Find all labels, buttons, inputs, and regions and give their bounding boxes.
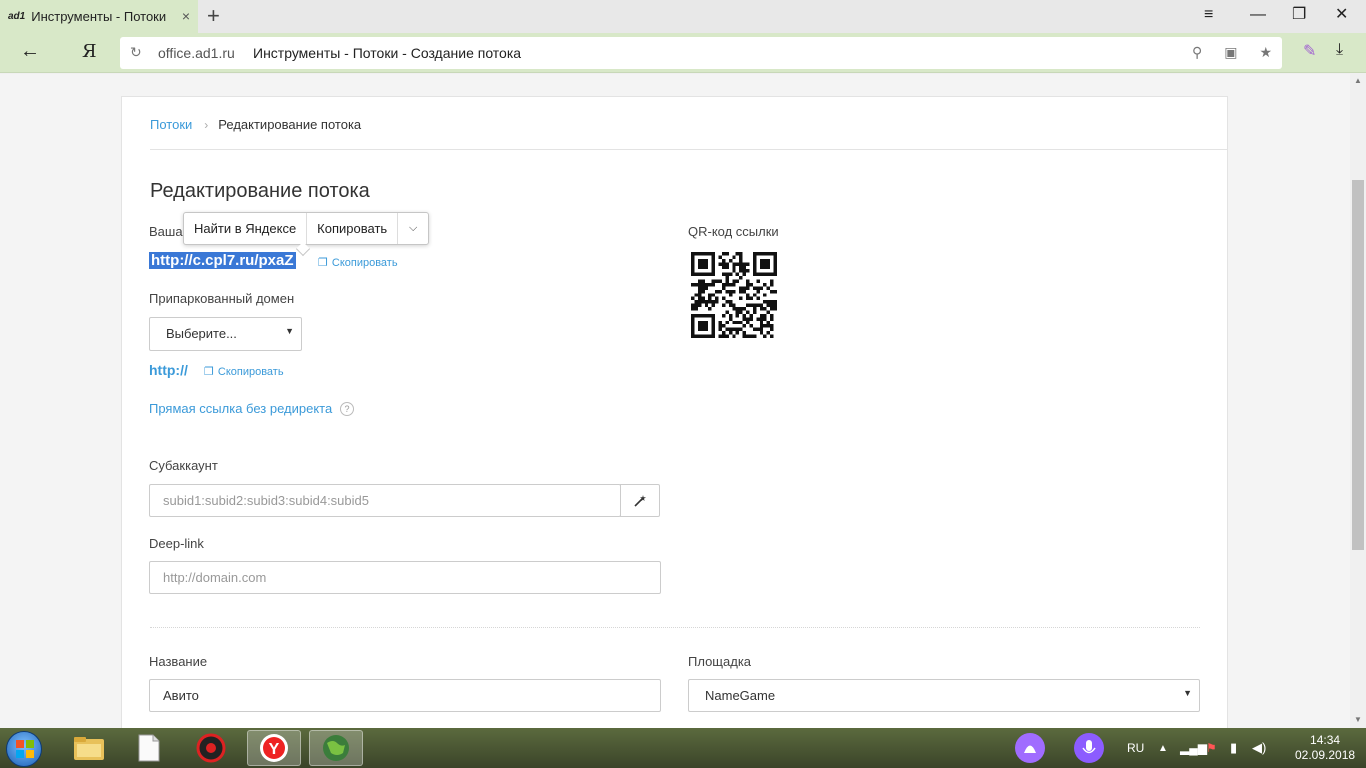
deeplink-input[interactable] [149,561,661,594]
close-window-icon[interactable]: ✕ [1335,5,1348,25]
platform-label: Площадка [688,654,752,669]
flow-edit-card: Потоки › Редактирование потока Редактиро… [121,96,1228,728]
browser-tab[interactable]: ad1 Инструменты - Потоки × [0,0,198,33]
alice-icon [1015,733,1045,763]
qr-code-image [691,252,777,338]
document-taskbar-button[interactable] [122,730,176,766]
chevron-down-icon[interactable]: ⌵ [398,213,428,244]
scroll-up-icon[interactable]: ▲ [1354,76,1362,85]
svg-text:Y: Y [269,741,280,758]
pen-icon[interactable]: ✎ [1303,41,1316,61]
omnibox-icons: ⚲ ▣ ★ [1192,44,1272,61]
address-page-title: Инструменты - Потоки - Создание потока [253,45,522,61]
breadcrumb-current: Редактирование потока [218,117,362,132]
tab-bar: ad1 Инструменты - Потоки × + ≡ — ❐ ✕ [0,0,1366,33]
subaccount-input[interactable] [149,484,621,517]
parked-domain-link[interactable]: http:// [149,362,188,378]
page-scrollbar[interactable]: ▲ ▼ [1350,74,1366,728]
copy-icon: ❐ [318,257,328,269]
document-icon [138,734,160,762]
globe-app-taskbar-button[interactable] [309,730,363,766]
gear-shield-icon [196,733,226,763]
section-divider [150,627,1200,628]
address-domain: office.ad1.ru [158,45,235,61]
generate-subid-button[interactable] [620,484,660,517]
clock-time: 14:34 [1310,733,1341,747]
start-button[interactable] [6,731,42,767]
microphone-icon [1074,733,1104,763]
reload-icon[interactable]: ↻ [130,44,142,61]
copy-label: Скопировать [331,256,398,269]
parked-domain-select[interactable]: Выберите... ▼ [149,317,302,351]
search-icon[interactable]: ⚲ [1192,44,1202,61]
globe-icon [323,735,349,761]
page-title: Редактирование потока [150,180,370,202]
your-link-label: Ваша [149,224,183,239]
restore-icon[interactable]: ❐ [1292,5,1306,25]
windows-taskbar: Y RU ▲ ▂▄▆ ⚑ ▮ ◀) 14:34 02.09.2018 [0,728,1366,768]
new-tab-icon[interactable]: + [207,4,220,28]
flag-alert-icon[interactable]: ⚑ [1206,728,1217,768]
protect-icon[interactable]: ▣ [1224,44,1237,61]
tab-close-icon[interactable]: × [182,8,190,24]
copy-parked-link-button[interactable]: ❐ Скопировать [204,365,284,379]
language-indicator[interactable]: RU [1127,728,1144,768]
header-divider [150,149,1228,150]
breadcrumb: Потоки › Редактирование потока [150,117,361,132]
search-in-yandex-button[interactable]: Найти в Яндексе [184,213,308,244]
name-input[interactable] [149,679,661,712]
page-content: Потоки › Редактирование потока Редактиро… [0,74,1350,728]
network-signal-icon[interactable]: ▂▄▆ [1180,728,1207,768]
direct-link-toggle[interactable]: Прямая ссылка без редиректа [149,401,332,416]
site-favicon-icon: ad1 [8,11,26,22]
scroll-thumb[interactable] [1352,180,1364,550]
selection-context-popup: Найти в Яндексе Копировать ⌵ [183,212,430,257]
platform-value: NameGame [705,688,776,703]
tracking-link-text: http://c.cpl7.ru/pxaZ [149,252,296,269]
yandex-browser-taskbar-button[interactable]: Y [247,730,301,766]
app-taskbar-button[interactable] [184,730,238,766]
breadcrumb-separator-icon: › [204,117,209,132]
bookmark-star-icon[interactable]: ★ [1259,44,1272,61]
system-clock[interactable]: 14:34 02.09.2018 [1295,733,1355,763]
help-icon[interactable]: ? [340,402,354,416]
voice-search-button[interactable] [1073,728,1105,768]
volume-icon[interactable]: ◀) [1252,728,1266,768]
subaccount-label: Субаккаунт [149,458,218,473]
copy-icon: ❐ [204,366,214,378]
download-icon[interactable]: ⤓ [1336,41,1343,59]
file-explorer-taskbar-button[interactable] [62,730,116,766]
chevron-down-icon: ▼ [1183,688,1192,698]
copy-tracking-link-button[interactable]: ❐ Скопировать [318,256,398,270]
yandex-logo-icon[interactable]: Я [82,41,97,62]
breadcrumb-link-flows[interactable]: Потоки [150,117,192,132]
yandex-browser-icon: Y [260,734,288,762]
navigation-bar: ← Я ↻ office.ad1.ru Инструменты - Потоки… [0,33,1366,73]
battery-icon[interactable]: ▮ [1230,728,1237,768]
back-arrow-icon[interactable]: ← [20,40,40,63]
parked-domain-label: Припаркованный домен [149,291,295,306]
deeplink-label: Deep-link [149,536,204,551]
clock-date: 02.09.2018 [1295,748,1356,762]
copy-label: Скопировать [217,365,284,378]
chevron-down-icon: ▼ [285,326,294,336]
platform-select[interactable]: NameGame ▼ [688,679,1200,712]
parked-domain-value: Выберите... [166,326,237,341]
address-bar[interactable]: ↻ office.ad1.ru Инструменты - Потоки - С… [120,37,1282,69]
minimize-icon[interactable]: — [1250,5,1266,25]
folder-icon [74,737,104,760]
qr-code-label: QR-код ссылки [688,224,779,239]
browser-menu-icon[interactable]: ≡ [1204,5,1213,25]
copy-button[interactable]: Копировать [307,213,399,244]
show-hidden-icons-icon[interactable]: ▲ [1158,728,1168,768]
tab-title: Инструменты - Потоки [31,9,167,24]
magic-wand-icon [634,494,646,507]
scroll-down-icon[interactable]: ▼ [1354,715,1362,724]
alice-assistant-button[interactable] [1014,728,1046,768]
name-label: Название [149,654,208,669]
tracking-link[interactable]: http://c.cpl7.ru/pxaZ [149,252,296,269]
windows-logo-icon [16,740,34,758]
